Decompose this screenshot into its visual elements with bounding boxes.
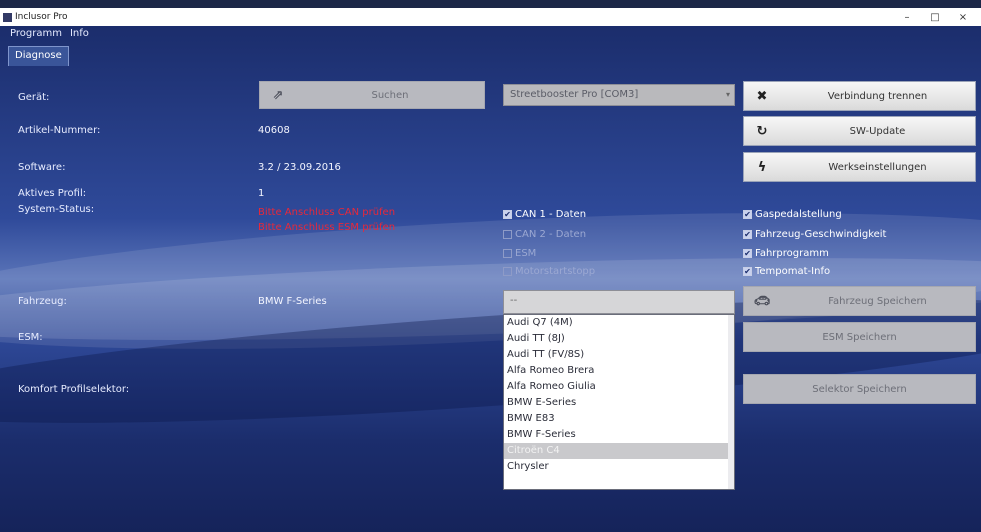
check-tempomat[interactable]: ✔ Tempomat-Info — [743, 266, 830, 277]
check-gaspedal[interactable]: ✔ Gaspedalstellung — [743, 209, 842, 220]
device-label: Gerät: — [18, 92, 50, 103]
check-motorstartstopp[interactable]: Motorstartstopp — [503, 266, 595, 277]
checkbox-checked-icon: ✔ — [503, 210, 512, 219]
vehicle-select[interactable]: -- — [503, 290, 735, 314]
vehicle-list-item[interactable]: Audi TT (8J) — [504, 331, 734, 347]
x-icon: ✖ — [756, 88, 768, 104]
checkbox-empty-icon — [503, 230, 512, 239]
device-select[interactable]: Streetbooster Pro [COM3] ▾ — [503, 84, 735, 106]
factory-settings-button[interactable]: ϟ Werkseinstellungen — [743, 152, 976, 182]
checkbox-checked-icon: ✔ — [743, 249, 752, 258]
tab-diagnose[interactable]: Diagnose — [8, 46, 69, 66]
checkbox-checked-icon: ✔ — [743, 210, 752, 219]
lightning-icon: ϟ — [757, 159, 767, 175]
window-controls: – □ × — [893, 8, 977, 26]
article-label: Artikel-Nummer: — [18, 125, 101, 136]
vehicle-list-items: Audi Q7 (4M) Audi TT (8J) Audi TT (FV/8S) A… — [504, 315, 734, 475]
vehicle-list-item[interactable]: Citroën C4 — [504, 443, 734, 459]
app-icon — [3, 12, 12, 22]
checkbox-empty-icon — [503, 249, 512, 258]
vehicle-label: Fahrzeug: — [18, 296, 67, 307]
refresh-icon: ↻ — [756, 123, 768, 139]
menu-info[interactable]: Info — [70, 28, 89, 39]
top-edge — [0, 0, 981, 8]
software-label: Software: — [18, 162, 66, 173]
menu-bar: Programm Info — [10, 28, 89, 39]
app-window: Programm Info Diagnose Gerät: ⇗ Suchen S… — [0, 26, 981, 532]
vehicle-list-item[interactable]: Audi TT (FV/8S) — [504, 347, 734, 363]
checkbox-empty-icon — [503, 267, 512, 276]
car-icon: 🚗︎ — [753, 293, 771, 309]
search-button[interactable]: ⇗ Suchen — [259, 81, 485, 109]
vehicle-list-item[interactable]: BMW E-Series — [504, 395, 734, 411]
vehicle-list-item[interactable]: Chrysler — [504, 459, 734, 475]
save-esm-button[interactable]: ESM Speichern — [743, 322, 976, 352]
scrollbar[interactable] — [728, 315, 734, 489]
checkbox-checked-icon: ✔ — [743, 230, 752, 239]
title-bar: Inclusor Pro – □ × — [0, 8, 981, 26]
status-error-can: Bitte Anschluss CAN prüfen — [258, 207, 396, 218]
checkbox-checked-icon: ✔ — [743, 267, 752, 276]
sw-update-button[interactable]: ↻ SW-Update — [743, 116, 976, 146]
check-can2[interactable]: CAN 2 - Daten — [503, 229, 586, 240]
chevron-down-icon: ▾ — [725, 90, 730, 99]
vehicle-list-item[interactable]: BMW E83 — [504, 411, 734, 427]
esm-label: ESM: — [18, 332, 43, 343]
check-speed[interactable]: ✔ Fahrzeug-Geschwindigkeit — [743, 229, 886, 240]
system-status-label: System-Status: — [18, 204, 95, 215]
menu-programm[interactable]: Programm — [10, 28, 62, 39]
window-title: Inclusor Pro — [15, 12, 68, 22]
check-drive-program[interactable]: ✔ Fahrprogramm — [743, 248, 829, 259]
vehicle-list-item[interactable]: BMW F-Series — [504, 427, 734, 443]
active-profile-value: 1 — [258, 188, 265, 199]
vehicle-list-item[interactable]: Alfa Romeo Brera — [504, 363, 734, 379]
vehicle-list-item[interactable]: Alfa Romeo Giulia — [504, 379, 734, 395]
disconnect-button[interactable]: ✖ Verbindung trennen — [743, 81, 976, 111]
article-value: 40608 — [258, 125, 290, 136]
software-value: 3.2 / 23.09.2016 — [258, 162, 341, 173]
vehicle-value: BMW F-Series — [258, 296, 327, 307]
save-selector-button[interactable]: Selektor Speichern — [743, 374, 976, 404]
close-button[interactable]: × — [949, 12, 977, 23]
comfort-selector-label: Komfort Profilselektor: — [18, 384, 130, 395]
external-link-icon: ⇗ — [272, 87, 284, 103]
save-vehicle-button[interactable]: 🚗︎ Fahrzeug Speichern — [743, 286, 976, 316]
maximize-button[interactable]: □ — [921, 12, 949, 23]
check-can1[interactable]: ✔ CAN 1 - Daten — [503, 209, 586, 220]
status-error-esm: Bitte Anschluss ESM prüfen — [258, 222, 396, 233]
active-profile-label: Aktives Profil: — [18, 188, 87, 199]
vehicle-list-item[interactable]: Audi Q7 (4M) — [504, 315, 734, 331]
minimize-button[interactable]: – — [893, 12, 921, 23]
check-esm[interactable]: ESM — [503, 248, 536, 259]
vehicle-dropdown-list[interactable]: Audi Q7 (4M) Audi TT (8J) Audi TT (FV/8S) A… — [503, 314, 735, 490]
